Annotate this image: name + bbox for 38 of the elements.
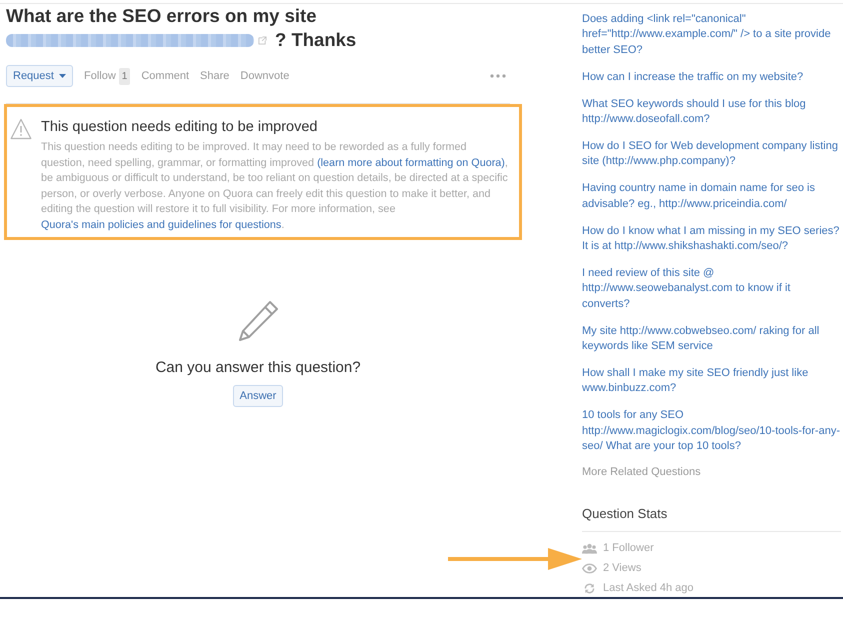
follow-button[interactable]: Follow (84, 68, 116, 84)
related-question-link[interactable]: Having country name in domain name for seo is advisable? eg., http://www.priceindia.com/ (582, 181, 841, 212)
notice-link[interactable]: Quora's main policies and guidelines for questions (41, 218, 282, 231)
action-link[interactable]: Comment (141, 68, 190, 84)
related-question-link[interactable]: How can I increase the traffic on my website? (582, 70, 804, 86)
stats-heading: Question Stats (582, 505, 841, 532)
notice-link[interactable]: (learn more about formatting on Quora) (317, 156, 505, 169)
refresh-icon (582, 582, 597, 594)
question-title: What are the SEO errors on my site (6, 4, 316, 28)
related-question-link[interactable]: I need review of this site @ http://www.seowebanalyst.com to know if it converts? (582, 266, 841, 312)
warning-icon (10, 118, 32, 140)
action-link[interactable]: Downvote (240, 68, 290, 84)
more-related-link[interactable]: More Related Questions (582, 464, 701, 480)
related-question-link[interactable]: Does adding <link rel="canonical" href="http://www.example.com/" /> to a site provide better SEO? (582, 12, 841, 58)
pencil-icon (237, 300, 279, 342)
related-question-link[interactable]: What SEO keywords should I use for this blog http://www.doseofall.com? (582, 96, 841, 128)
related-question-link[interactable]: 10 tools for any SEO http://www.magiclogix.com/blog/seo/10-tools-for-any-seo/ What are your top 10 tools? (582, 408, 841, 454)
stat-text: 2 Views (603, 561, 642, 576)
stat-text: Last Asked 4h ago (603, 581, 694, 596)
people-icon (582, 542, 597, 554)
external-link-icon (258, 36, 267, 44)
related-question-link[interactable]: How do I know what I am missing in my SEO series? It is at http://www.shikshashakti.com/seo/? (582, 224, 841, 254)
related-question-link[interactable]: How do I SEO for Web development company listing site (http://www.php.company)? (582, 138, 841, 170)
action-link[interactable]: Share (200, 68, 230, 84)
more-options-icon[interactable] (490, 74, 506, 78)
blurred-link[interactable] (6, 34, 254, 46)
notice-text: This question needs editing to be improved. It may need to be reworded as a fully formed question, need spelling, grammar, or formatting improved (learn more about formatting on Quora), be ambiguous or difficult to understand, be too reliant on question details, be directed at a specific person, or overly verbose. Anyone on Quora can freely edit this question to make it better, and editing the question will restore it to full visibility. For more information, see Quora's main policies and guidelines for questions. (41, 140, 509, 233)
question-title: ? Thanks (275, 28, 356, 52)
answer-prompt: Can you answer this question? (155, 358, 361, 378)
notice-heading: This question needs editing to be improved (41, 118, 318, 137)
eye-icon (582, 562, 597, 574)
follower-count-badge: 1 (118, 68, 130, 84)
caret-icon (58, 74, 66, 78)
related-question-link[interactable]: My site http://www.cobwebseo.com/ raking for all keywords like SEM service (582, 324, 841, 354)
request-button[interactable]: Request (6, 65, 73, 87)
answer-button[interactable]: Answer (232, 384, 284, 407)
stat-text: 1 Follower (603, 541, 654, 556)
related-question-link[interactable]: How shall I make my site SEO friendly just like www.binbuzz.com? (582, 366, 841, 397)
